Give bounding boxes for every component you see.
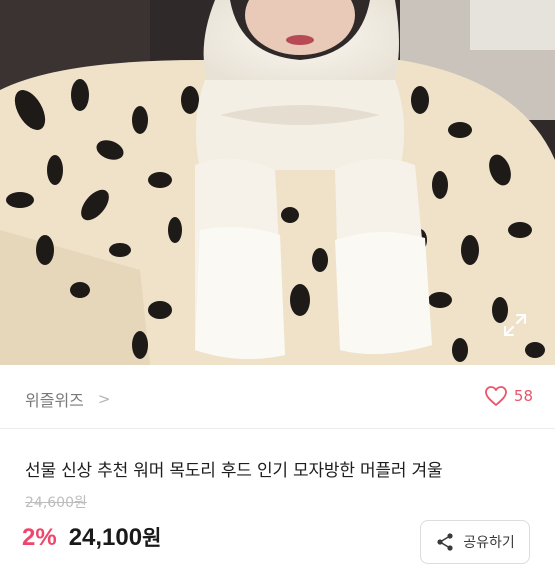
product-title: 선물 신상 추천 워머 목도리 후드 인기 모자방한 머플러 겨울: [25, 461, 443, 481]
discount-rate: 2%: [22, 524, 57, 551]
original-price: 24,600원: [25, 495, 87, 511]
share-label: 공유하기: [463, 535, 515, 551]
like-count: 58: [513, 387, 533, 405]
sale-price: 24,100: [68, 524, 143, 551]
seller-row: 위즐위즈 > 58: [0, 365, 555, 429]
chevron-right-icon: >: [97, 390, 111, 408]
like-button[interactable]: 58: [484, 385, 533, 407]
price-unit: 원: [142, 526, 162, 550]
share-button[interactable]: 공유하기: [420, 520, 530, 564]
seller-name: 위즐위즈: [25, 391, 84, 410]
expand-icon: [504, 314, 526, 336]
share-icon: [437, 533, 453, 551]
seller-link[interactable]: 위즐위즈 >: [25, 387, 110, 411]
expand-image-button[interactable]: [500, 310, 530, 340]
product-image[interactable]: [0, 0, 555, 365]
product-photo: [0, 0, 555, 365]
heart-icon: [485, 386, 507, 406]
price-row: 2% 24,100 원: [22, 522, 161, 552]
